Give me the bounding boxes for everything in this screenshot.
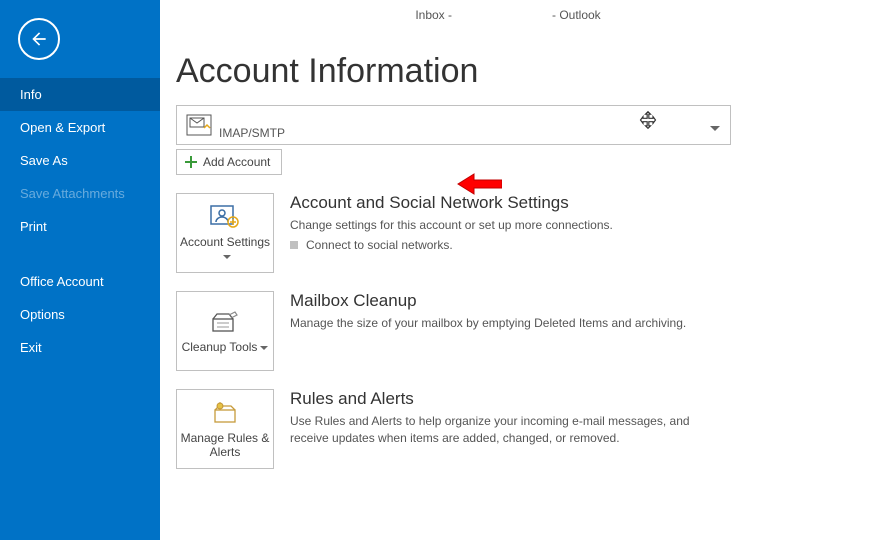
back-arrow-icon [29, 29, 49, 49]
section-desc: Manage the size of your mailbox by empty… [290, 315, 686, 332]
chevron-down-icon [260, 340, 268, 354]
account-type-label: IMAP/SMTP [219, 126, 285, 140]
mailbox-icon [185, 113, 213, 137]
sidebar-item-label: Options [20, 307, 65, 322]
sidebar-item-label: Save As [20, 153, 68, 168]
backstage-sidebar: Info Open & Export Save As Save Attachme… [0, 0, 160, 540]
tile-label: Cleanup Tools [182, 340, 269, 354]
sidebar-item-label: Exit [20, 340, 42, 355]
cleanup-icon [207, 308, 243, 336]
account-picker-dropdown[interactable]: IMAP/SMTP [176, 105, 731, 145]
account-settings-tile[interactable]: Account Settings [176, 193, 274, 273]
main-content: Inbox - - Outlook Account Information IM… [160, 0, 870, 540]
section-title: Mailbox Cleanup [290, 291, 686, 311]
connect-social-link[interactable]: Connect to social networks. [290, 238, 613, 252]
sidebar-item-open-export[interactable]: Open & Export [0, 111, 160, 144]
section-desc: Change settings for this account or set … [290, 217, 613, 234]
sidebar-item-label: Print [20, 219, 47, 234]
section-rules: Manage Rules & Alerts Rules and Alerts U… [176, 389, 840, 469]
window-titlebar: Inbox - - Outlook [176, 0, 840, 30]
sidebar-item-save-attachments: Save Attachments [0, 177, 160, 210]
plus-icon [185, 156, 197, 168]
rules-icon [207, 399, 243, 427]
back-button[interactable] [18, 18, 60, 60]
cleanup-tools-tile[interactable]: Cleanup Tools [176, 291, 274, 371]
sidebar-item-label: Save Attachments [20, 186, 125, 201]
sidebar-item-label: Open & Export [20, 120, 105, 135]
section-account-settings: Account Settings Account and Social Netw… [176, 193, 840, 273]
titlebar-text-left: Inbox - [415, 8, 452, 22]
account-settings-icon [207, 203, 243, 231]
section-cleanup: Cleanup Tools Mailbox Cleanup Manage the… [176, 291, 840, 371]
section-title: Account and Social Network Settings [290, 193, 613, 213]
sidebar-item-save-as[interactable]: Save As [0, 144, 160, 177]
section-title: Rules and Alerts [290, 389, 730, 409]
sidebar-item-label: Office Account [20, 274, 104, 289]
add-account-button[interactable]: Add Account [176, 149, 282, 175]
dropdown-caret-icon [710, 120, 720, 135]
page-title: Account Information [176, 52, 840, 91]
sidebar-item-label: Info [20, 87, 42, 102]
titlebar-text-right: - Outlook [552, 8, 601, 22]
sidebar-item-options[interactable]: Options [0, 298, 160, 331]
sidebar-item-info[interactable]: Info [0, 78, 160, 111]
annotation-arrow-icon [456, 172, 502, 196]
bullet-icon [290, 241, 298, 249]
chevron-down-icon [223, 249, 231, 263]
sidebar-item-office-account[interactable]: Office Account [0, 265, 160, 298]
sidebar-item-print[interactable]: Print [0, 210, 160, 243]
add-account-label: Add Account [203, 155, 270, 169]
sidebar-item-exit[interactable]: Exit [0, 331, 160, 364]
bullet-text: Connect to social networks. [306, 238, 453, 252]
tile-label: Account Settings [177, 235, 273, 263]
tile-label: Manage Rules & Alerts [177, 431, 273, 459]
section-desc: Use Rules and Alerts to help organize yo… [290, 413, 730, 447]
manage-rules-tile[interactable]: Manage Rules & Alerts [176, 389, 274, 469]
